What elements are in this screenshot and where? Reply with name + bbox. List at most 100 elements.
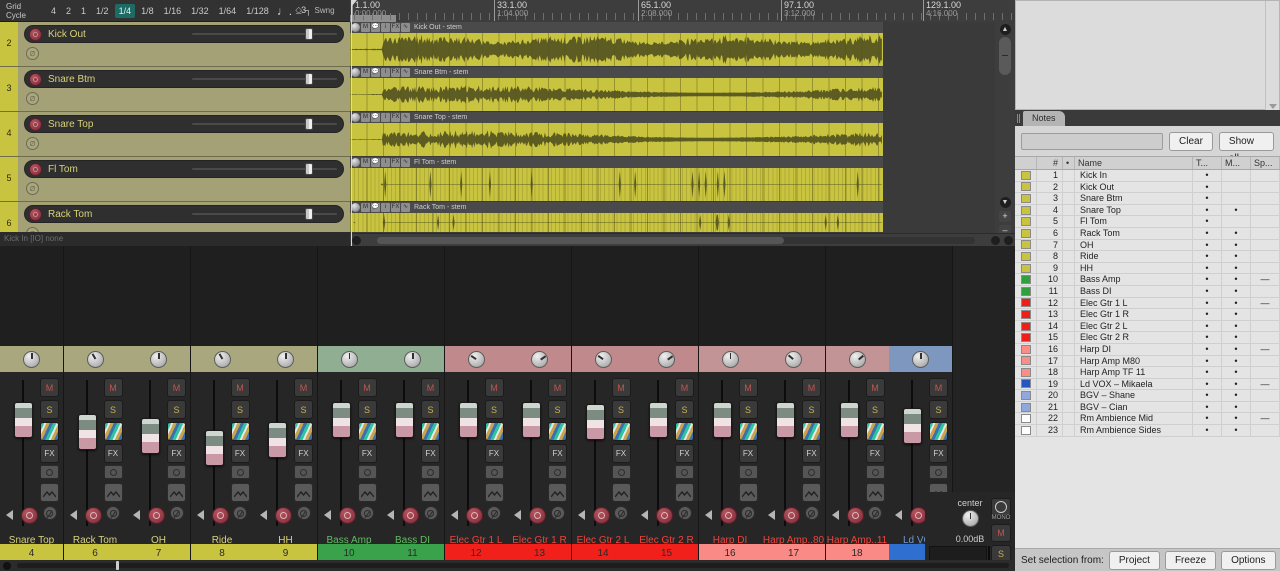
region-color-icon[interactable] xyxy=(351,158,360,167)
row-name[interactable]: Fl Tom xyxy=(1075,216,1193,227)
trim-button[interactable] xyxy=(802,483,821,502)
volume-fader[interactable] xyxy=(522,402,541,438)
channel-strip[interactable]: M S FX Harp DI 16 xyxy=(698,246,763,571)
mute-button[interactable]: M xyxy=(294,378,313,397)
row-sp-flag[interactable]: — xyxy=(1251,343,1280,355)
mute-button[interactable]: M xyxy=(167,378,186,397)
scroll-left-icon[interactable] xyxy=(352,235,361,245)
row-name[interactable]: Ride xyxy=(1075,251,1193,262)
grid-division-4[interactable]: 4 xyxy=(47,4,60,18)
hscroll-thumb[interactable] xyxy=(377,236,784,244)
audio-region[interactable]: M 💬 i FX ∿ Snare Top - stem xyxy=(350,112,883,156)
row-name[interactable]: Elec Gtr 2 L xyxy=(1075,320,1193,332)
route-button[interactable] xyxy=(929,422,948,441)
notes-tab-bar[interactable]: Notes xyxy=(1015,110,1280,126)
speaker-icon[interactable] xyxy=(69,510,77,520)
scrollbar-thumb[interactable] xyxy=(999,37,1011,75)
mute-button[interactable]: M xyxy=(738,378,758,397)
strip-footer[interactable] xyxy=(635,502,698,528)
arrange-area[interactable]: 1.1.00 0:00.000 33.1.00 1:04.000 65.1.00 2:08… xyxy=(350,0,1015,246)
solo-button[interactable]: S xyxy=(611,400,631,419)
row-t-flag[interactable]: • xyxy=(1193,170,1222,181)
gate-button[interactable] xyxy=(421,465,440,479)
grid-division-1-128[interactable]: 1/128 xyxy=(242,4,273,18)
row-t-flag[interactable]: • xyxy=(1193,355,1222,367)
volume-fader[interactable] xyxy=(14,402,33,438)
record-arm-button[interactable] xyxy=(148,506,165,524)
route-button[interactable] xyxy=(548,422,567,441)
pan-knob[interactable] xyxy=(785,350,802,368)
channel-strip[interactable]: M S FX OH 7 xyxy=(127,246,191,571)
strip-footer[interactable] xyxy=(699,502,762,528)
master-mute-button[interactable]: M xyxy=(991,524,1011,542)
strip-insert-area[interactable] xyxy=(0,246,63,346)
pan-knob[interactable] xyxy=(594,350,612,368)
route-button[interactable] xyxy=(484,422,504,441)
pan-row[interactable] xyxy=(190,346,254,372)
notes-textarea[interactable] xyxy=(1015,0,1280,111)
row-t-flag[interactable]: • xyxy=(1193,332,1222,343)
fx-button[interactable]: FX xyxy=(421,444,440,463)
row-t-flag[interactable]: • xyxy=(1193,204,1222,216)
pan-knob[interactable] xyxy=(531,350,548,368)
table-header-t[interactable]: T... xyxy=(1193,157,1222,169)
row-m-flag[interactable]: • xyxy=(1222,378,1251,390)
row-name[interactable]: Kick Out xyxy=(1075,181,1193,193)
trim-button[interactable] xyxy=(738,483,758,502)
scroll-down-icon[interactable]: ▼ xyxy=(999,197,1011,208)
fx-button[interactable]: FX xyxy=(103,444,123,463)
record-arm-button[interactable] xyxy=(275,506,292,524)
fx-button[interactable]: FX xyxy=(675,444,694,463)
row-m-flag[interactable]: • xyxy=(1222,413,1251,425)
table-header-sp[interactable]: Sp... xyxy=(1251,157,1280,169)
pan-row[interactable] xyxy=(317,346,381,372)
row-sp-flag[interactable] xyxy=(1251,332,1280,343)
trim-button[interactable] xyxy=(865,483,885,502)
region-comment-icon[interactable]: 💬 xyxy=(371,68,380,77)
solo-button[interactable]: S xyxy=(421,400,440,419)
table-row[interactable]: 2 Kick Out • xyxy=(1015,181,1280,194)
speaker-icon[interactable] xyxy=(133,510,140,520)
table-row[interactable]: 11 Bass DI • • xyxy=(1015,285,1280,298)
volume-slider[interactable] xyxy=(192,118,337,130)
route-button[interactable] xyxy=(294,422,313,441)
fx-button[interactable]: FX xyxy=(40,444,59,463)
strip-buttons[interactable]: M S FX xyxy=(802,378,821,520)
gate-button[interactable] xyxy=(802,465,821,479)
mute-button[interactable]: M xyxy=(230,378,250,397)
mixer-scroll-left-icon[interactable] xyxy=(3,561,11,570)
row-sp-flag[interactable] xyxy=(1251,355,1280,367)
mute-button[interactable]: M xyxy=(103,378,123,397)
region-header[interactable]: M 💬 i FX ∿ Kick Out - stem xyxy=(350,22,883,33)
pan-knob[interactable] xyxy=(340,350,358,368)
table-header-num[interactable]: # xyxy=(1037,157,1063,169)
volume-fader[interactable] xyxy=(141,418,160,454)
solo-button[interactable]: S xyxy=(484,400,504,419)
row-m-flag[interactable]: • xyxy=(1222,332,1251,343)
row-m-flag[interactable]: • xyxy=(1222,239,1251,251)
row-color-swatch[interactable] xyxy=(1015,262,1037,274)
table-row[interactable]: 6 Rack Tom • • xyxy=(1015,227,1280,240)
speaker-icon[interactable] xyxy=(577,510,585,520)
selection-bar[interactable]: Set selection from: Project Freeze Optio… xyxy=(1015,548,1280,571)
trim-button[interactable] xyxy=(548,483,567,502)
row-t-flag[interactable]: • xyxy=(1193,181,1222,193)
row-name[interactable]: Elec Gtr 2 R xyxy=(1075,332,1193,343)
table-row[interactable]: 18 Harp Amp TF 11 • • xyxy=(1015,367,1280,379)
track-name-bar[interactable]: Rack Tom xyxy=(24,205,344,223)
route-button[interactable] xyxy=(167,422,186,441)
row-name[interactable]: Elec Gtr 1 L xyxy=(1075,297,1193,309)
row-sp-flag[interactable] xyxy=(1251,204,1280,216)
row-t-flag[interactable]: • xyxy=(1193,262,1222,274)
solo-button[interactable]: S xyxy=(738,400,758,419)
row-sp-flag[interactable] xyxy=(1251,181,1280,193)
audio-region[interactable]: M 💬 i FX ∿ Kick Out - stem xyxy=(350,22,883,66)
record-arm-button[interactable] xyxy=(402,506,419,524)
strip-footer[interactable] xyxy=(254,502,317,528)
row-m-flag[interactable] xyxy=(1222,216,1251,227)
pan-row[interactable] xyxy=(444,346,508,372)
row-t-flag[interactable]: • xyxy=(1193,343,1222,355)
row-m-flag[interactable] xyxy=(1222,170,1251,181)
solo-button[interactable]: S xyxy=(865,400,885,419)
pan-row[interactable] xyxy=(889,346,952,372)
